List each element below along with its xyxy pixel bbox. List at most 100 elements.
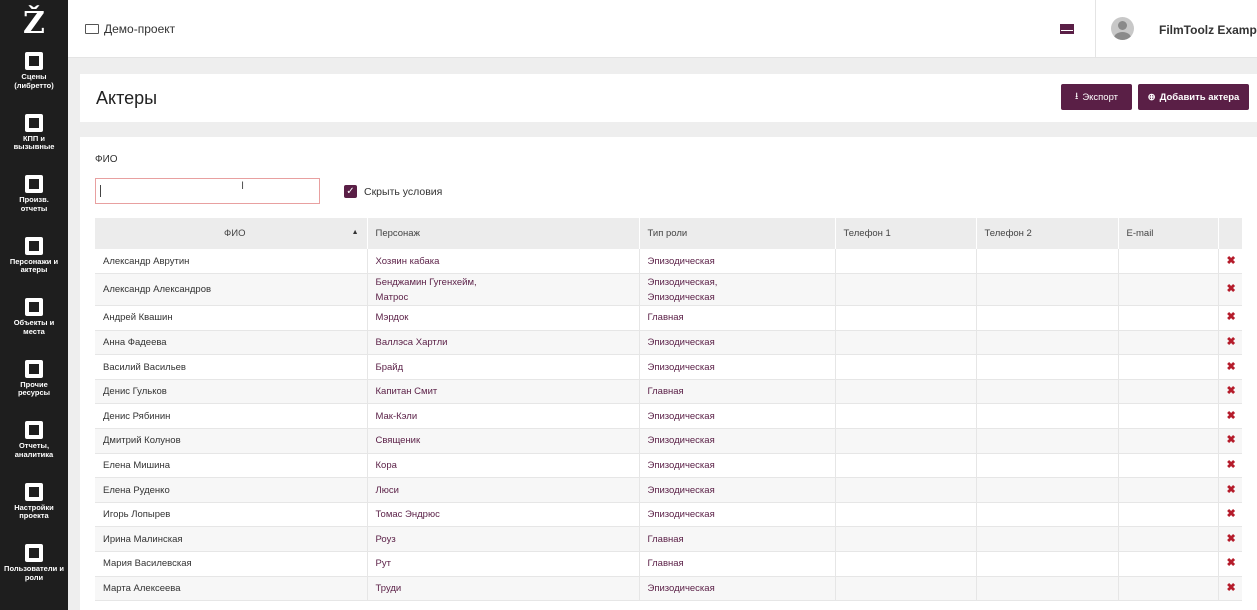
cell-role[interactable]: Эпизодическая	[639, 354, 836, 380]
sidebar-item-4[interactable]: Объекты и места	[0, 292, 68, 354]
cell-character[interactable]: Капитан Смит	[367, 379, 640, 405]
cell-phone1	[835, 453, 977, 479]
cell-character[interactable]: Рут	[367, 551, 640, 577]
table-row[interactable]: Мария Василевская Рут Главная ✖	[95, 551, 1242, 577]
cell-role[interactable]: Главная	[639, 526, 836, 553]
cell-character[interactable]: Труди	[367, 576, 640, 602]
cell-character[interactable]: Роуз	[367, 526, 640, 553]
hide-conditions-toggle[interactable]: ✓ Скрыть условия	[344, 185, 442, 198]
delete-icon[interactable]: ✖	[1227, 361, 1236, 373]
sidebar-item-2[interactable]: Произв. отчеты	[0, 169, 68, 231]
breadcrumb-project[interactable]: Демо-проект	[104, 22, 175, 36]
cell-delete: ✖	[1218, 249, 1242, 275]
avatar[interactable]	[1111, 17, 1134, 40]
cell-phone1	[835, 273, 977, 307]
users-icon	[25, 236, 43, 255]
table-row[interactable]: Марта Алексеева Труди Эпизодическая ✖	[95, 576, 1242, 602]
cell-character[interactable]: Люси	[367, 477, 640, 503]
sidebar-item-label: Отчеты, аналитика	[14, 441, 54, 459]
add-actor-button[interactable]: ⊕ Добавить актера	[1138, 84, 1249, 110]
table-row[interactable]: Андрей Квашин Мэрдок Главная ✖	[95, 305, 1242, 331]
cell-role[interactable]: Эпизодическая	[639, 403, 836, 430]
delete-icon[interactable]: ✖	[1227, 533, 1236, 545]
table-row[interactable]: Василий Васильев Брайд Эпизодическая ✖	[95, 354, 1242, 380]
cell-character[interactable]: Бенджамин Гугенхейм, Матрос	[367, 273, 640, 307]
table-row[interactable]: Анна Фадеева Валлэса Хартли Эпизодическая ✖	[95, 330, 1242, 356]
cell-role[interactable]: Главная	[639, 379, 836, 405]
cell-delete: ✖	[1218, 403, 1242, 430]
cell-email	[1118, 502, 1219, 528]
delete-icon[interactable]: ✖	[1227, 508, 1236, 520]
sidebar-item-8[interactable]: Пользователи и роли	[0, 538, 68, 598]
delete-icon[interactable]: ✖	[1227, 336, 1236, 348]
table-row[interactable]: Елена Мишина Кора Эпизодическая ✖	[95, 453, 1242, 479]
cell-character[interactable]: Священик	[367, 428, 640, 454]
cell-role[interactable]: Эпизодическая	[639, 453, 836, 479]
table-row[interactable]: Ирина Малинская Роуз Главная ✖	[95, 526, 1242, 553]
cell-role[interactable]: Эпизодическая	[639, 477, 836, 503]
table-row[interactable]: Денис Гульков Капитан Смит Главная ✖	[95, 379, 1242, 405]
export-button[interactable]: ⭳ Экспорт	[1061, 84, 1132, 110]
column-header-role-type[interactable]: Тип роли	[639, 218, 836, 249]
delete-icon[interactable]: ✖	[1227, 255, 1236, 267]
delete-icon[interactable]: ✖	[1227, 557, 1236, 569]
cell-role[interactable]: Эпизодическая	[639, 428, 836, 454]
cell-character[interactable]: Валлэса Хартли	[367, 330, 640, 356]
checkbox-checked-icon[interactable]: ✓	[344, 185, 357, 198]
sidebar-item-label: Персонажи и актеры	[9, 256, 59, 274]
cell-role[interactable]: Эпизодическая	[639, 576, 836, 602]
delete-icon[interactable]: ✖	[1227, 283, 1236, 295]
column-header-email[interactable]: E-mail	[1118, 218, 1219, 249]
cell-character[interactable]: Мэрдок	[367, 305, 640, 331]
cell-role[interactable]: Эпизодическая, Эпизодическая	[639, 273, 836, 307]
cell-delete: ✖	[1218, 551, 1242, 577]
sidebar-item-0[interactable]: Сцены (либретто)	[0, 46, 68, 108]
table-row[interactable]: Александр Александров Бенджамин Гугенхейм…	[95, 273, 1242, 307]
cell-character[interactable]: Мак-Кэли	[367, 403, 640, 430]
cell-role[interactable]: Эпизодическая	[639, 330, 836, 356]
cell-role[interactable]: Главная	[639, 305, 836, 331]
delete-icon[interactable]: ✖	[1227, 484, 1236, 496]
cell-character[interactable]: Кора	[367, 453, 640, 479]
cell-email	[1118, 305, 1219, 331]
cell-phone2	[976, 502, 1119, 528]
column-header-fio[interactable]: ФИО ▲	[95, 218, 368, 249]
cell-phone2	[976, 453, 1119, 479]
sort-asc-icon[interactable]: ▲	[352, 229, 359, 236]
cell-fio: Александр Александров	[95, 273, 368, 307]
sidebar-item-7[interactable]: Настройки проекта	[0, 477, 68, 539]
column-header-phone2[interactable]: Телефон 2	[976, 218, 1119, 249]
cell-character[interactable]: Томас Эндрюс	[367, 502, 640, 528]
column-header-phone1[interactable]: Телефон 1	[835, 218, 977, 249]
table-row[interactable]: Дмитрий Колунов Священик Эпизодическая ✖	[95, 428, 1242, 454]
cell-delete: ✖	[1218, 526, 1242, 553]
delete-icon[interactable]: ✖	[1227, 459, 1236, 471]
sidebar-item-6[interactable]: Отчеты, аналитика	[0, 415, 68, 477]
delete-icon[interactable]: ✖	[1227, 434, 1236, 446]
breadcrumb[interactable]: Демо-проект	[85, 22, 175, 36]
cell-character[interactable]: Хозяин кабака	[367, 249, 640, 275]
fio-search-input[interactable]: I	[95, 178, 320, 204]
table-row[interactable]: Елена Руденко Люси Эпизодическая ✖	[95, 477, 1242, 503]
table-row[interactable]: Игорь Лопырев Томас Эндрюс Эпизодическая ✖	[95, 502, 1242, 528]
cell-phone1	[835, 526, 977, 553]
sidebar-item-3[interactable]: Персонажи и актеры	[0, 231, 68, 293]
delete-icon[interactable]: ✖	[1227, 410, 1236, 422]
cell-fio: Дмитрий Колунов	[95, 428, 368, 454]
delete-icon[interactable]: ✖	[1227, 385, 1236, 397]
app-logo[interactable]: Ž	[0, 0, 68, 46]
delete-icon[interactable]: ✖	[1227, 311, 1236, 323]
cell-role[interactable]: Главная	[639, 551, 836, 577]
column-header-character[interactable]: Персонаж	[367, 218, 640, 249]
sidebar-item-5[interactable]: Прочие ресурсы	[0, 354, 68, 416]
cell-role[interactable]: Эпизодическая	[639, 502, 836, 528]
user-name[interactable]: FilmToolz Example	[1159, 23, 1257, 37]
cell-role[interactable]: Эпизодическая	[639, 249, 836, 275]
sidebar-item-1[interactable]: КПП и вызывные	[0, 108, 68, 170]
table-row[interactable]: Александр Аврутин Хозяин кабака Эпизодичес…	[95, 249, 1242, 275]
mail-icon[interactable]	[1060, 24, 1074, 34]
cell-character[interactable]: Брайд	[367, 354, 640, 380]
delete-icon[interactable]: ✖	[1227, 582, 1236, 594]
hide-conditions-label: Скрыть условия	[364, 185, 443, 198]
table-row[interactable]: Денис Рябинин Мак-Кэли Эпизодическая ✖	[95, 403, 1242, 430]
